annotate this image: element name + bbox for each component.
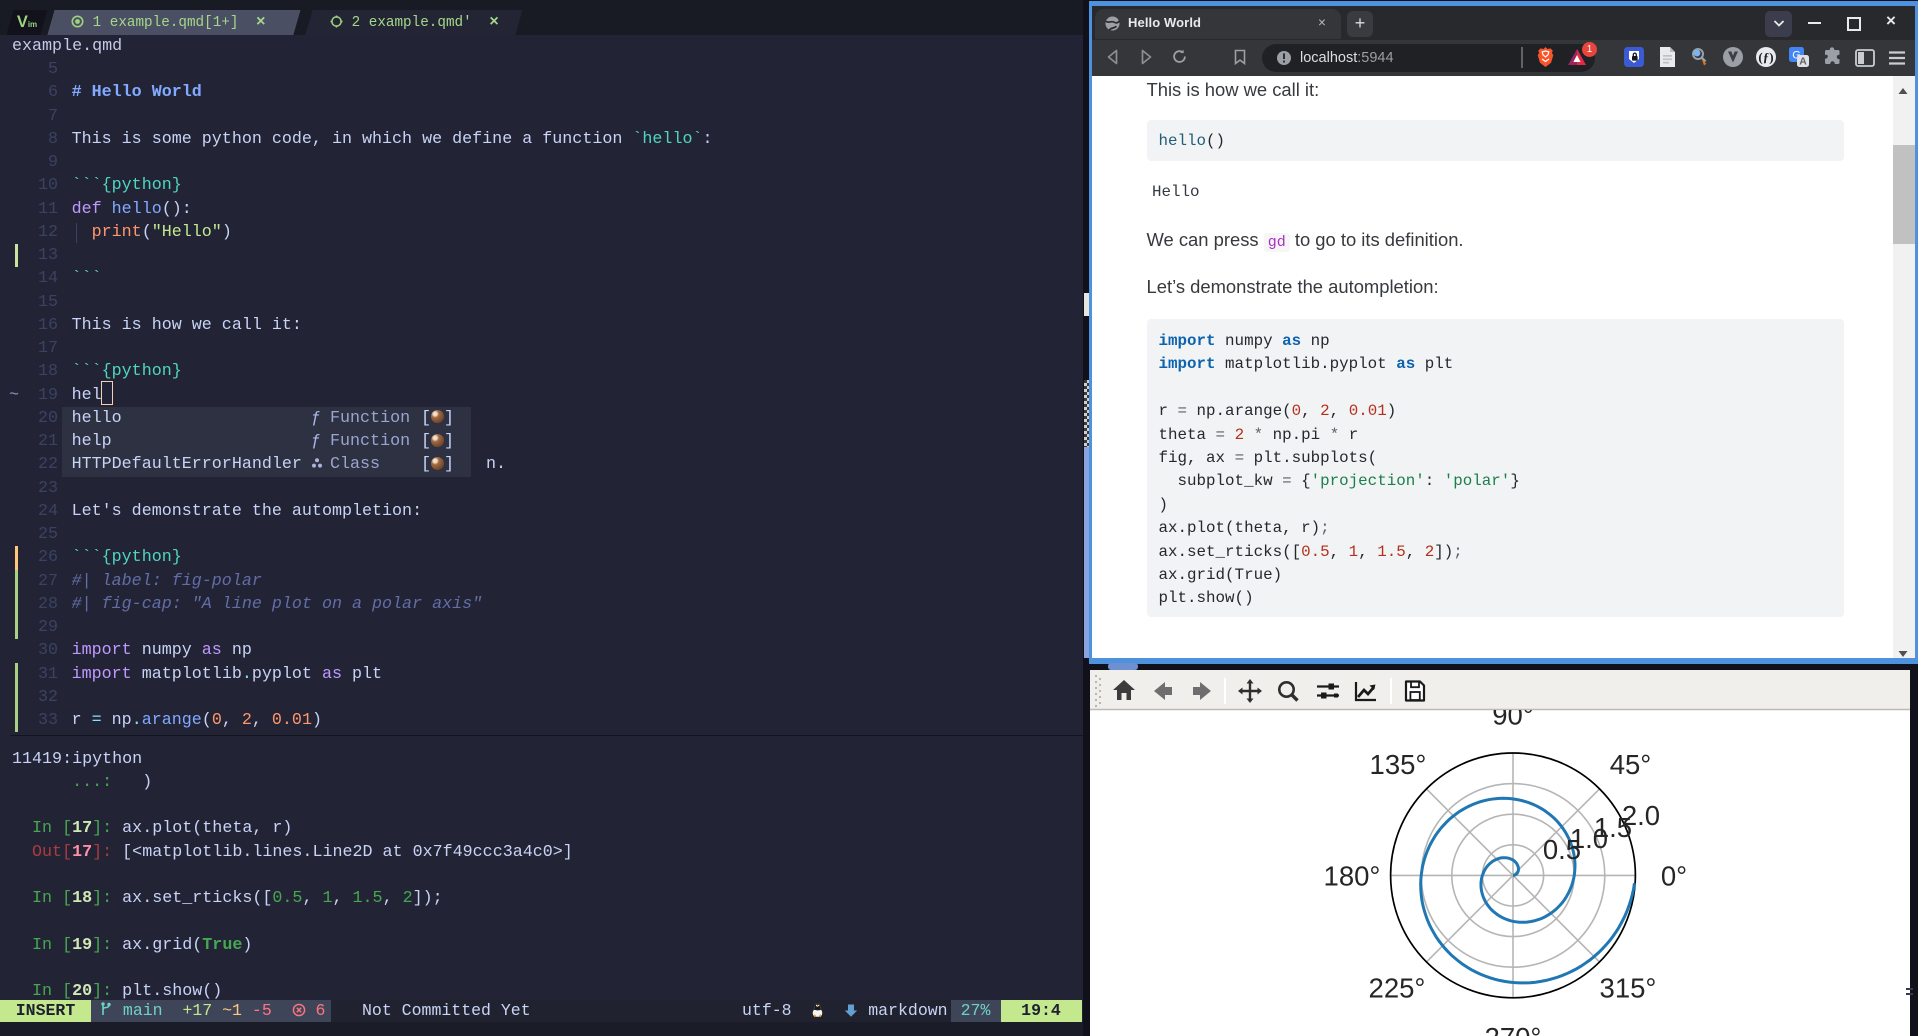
svg-text:135°: 135° xyxy=(1370,749,1427,780)
svg-text:270°: 270° xyxy=(1485,1022,1542,1036)
svg-text:2.0: 2.0 xyxy=(1622,800,1660,831)
svg-text:315°: 315° xyxy=(1600,973,1657,1004)
svg-text:0°: 0° xyxy=(1661,860,1687,891)
svg-text:225°: 225° xyxy=(1369,973,1426,1004)
svg-text:45°: 45° xyxy=(1610,749,1652,780)
svg-text:180°: 180° xyxy=(1324,860,1381,891)
svg-text:(ƒ): (ƒ) xyxy=(1758,50,1773,65)
svg-text:A: A xyxy=(1799,55,1807,67)
